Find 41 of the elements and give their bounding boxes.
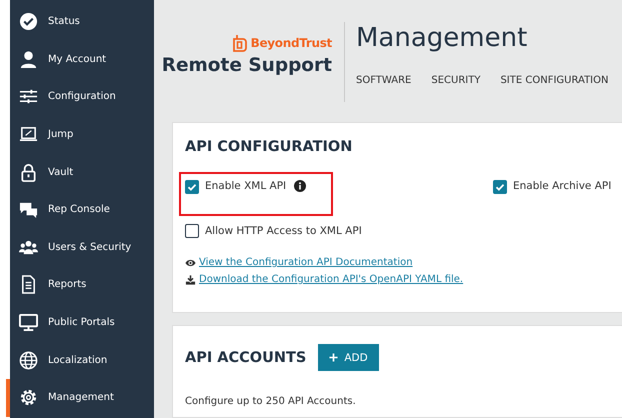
sidebar-item[interactable]: Vault — [6, 153, 154, 191]
lock-icon — [19, 162, 38, 182]
info-icon[interactable] — [294, 180, 306, 192]
globe-icon — [19, 350, 38, 370]
brand-logo-icon — [232, 34, 247, 52]
sidebar-item[interactable]: Public Portals — [6, 304, 154, 342]
product-name: Remote Support — [162, 55, 332, 76]
monitor-icon — [19, 313, 38, 332]
link[interactable]: View the Configuration API Documentation — [199, 257, 413, 268]
plus-icon — [329, 353, 338, 362]
sidebar-item[interactable]: Jump — [6, 116, 154, 154]
checkbox-label: Enable XML API — [205, 180, 286, 192]
nav-tab[interactable]: SECURITY — [431, 75, 480, 86]
sidebar-item[interactable]: Localization — [6, 341, 154, 379]
check-icon — [19, 12, 38, 32]
gear-icon — [19, 388, 38, 408]
checkbox[interactable] — [493, 180, 507, 194]
sidebar-item[interactable]: Rep Console — [6, 190, 154, 229]
doc-icon — [19, 275, 38, 294]
checkbox-label: Allow HTTP Access to XML API — [205, 225, 362, 237]
nav-tab[interactable]: SOFTWARE — [356, 75, 412, 86]
download-icon — [185, 274, 196, 284]
sidebar-item[interactable]: Configuration — [6, 78, 154, 116]
sidebar-item[interactable]: Reports — [6, 266, 154, 304]
note-text: Configure up to 250 API Accounts. — [185, 396, 357, 407]
link[interactable]: Download the Configuration API's OpenAPI YAML file. — [199, 274, 464, 285]
eye-icon — [185, 258, 196, 268]
checkbox-label: Enable Archive API — [513, 180, 612, 192]
sidebar-item[interactable]: My Account — [6, 40, 154, 78]
nav-tab[interactable]: SITE CONFIGURATION — [500, 75, 608, 86]
section-heading: API ACCOUNTS — [185, 350, 306, 366]
section-heading: API CONFIGURATION — [185, 139, 354, 155]
checkbox[interactable] — [185, 180, 199, 194]
page-title: Management — [356, 22, 528, 55]
user-icon — [19, 50, 38, 69]
sidebar-item[interactable]: Status — [6, 3, 154, 41]
sidebar-item[interactable]: Users & Security — [6, 228, 154, 266]
brand-name: BeyondTrust — [250, 36, 332, 50]
chat-icon — [19, 200, 38, 220]
checkbox[interactable] — [185, 224, 199, 238]
add-button[interactable]: ADD — [318, 344, 379, 371]
